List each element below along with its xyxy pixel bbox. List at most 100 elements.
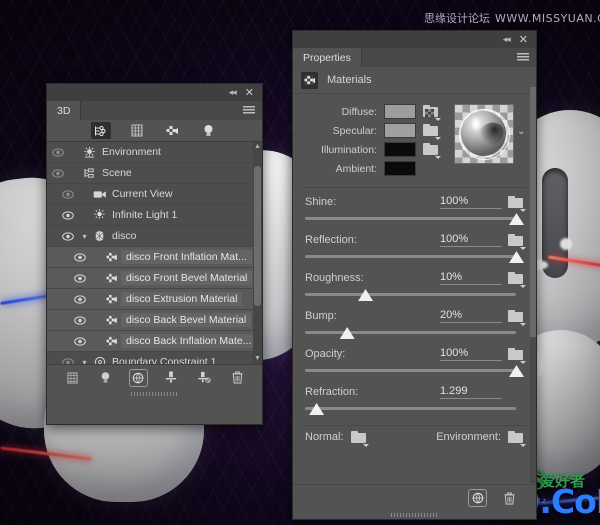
add-light-icon[interactable] — [97, 370, 114, 386]
properties-tabrow: Properties — [293, 48, 536, 67]
3d-panel-resize-grip[interactable] — [47, 390, 262, 398]
close-icon[interactable]: ✕ — [519, 34, 528, 45]
scene-icon — [80, 167, 99, 179]
panel-menu-icon[interactable] — [243, 106, 255, 115]
scroll-up-arrow-icon[interactable]: ▲ — [253, 142, 262, 152]
slider-value[interactable]: 1.299 — [440, 385, 502, 399]
slider-track-area[interactable] — [305, 213, 524, 226]
slider-value[interactable]: 100% — [440, 347, 502, 361]
properties-resize-grip[interactable] — [293, 511, 536, 519]
texture-folder-icon[interactable] — [508, 347, 526, 364]
slider-track-area[interactable] — [305, 327, 524, 340]
add-environment-icon[interactable] — [128, 368, 148, 387]
scene-tree-row[interactable]: ▾ disco — [47, 226, 262, 247]
visibility-eye-icon[interactable] — [69, 336, 91, 346]
scene-tree-row[interactable]: Scene — [47, 163, 262, 184]
3d-tree-scrollbar[interactable]: ▲ ▼ — [253, 142, 262, 364]
scene-tree-row[interactable]: Infinite Light 1 — [47, 205, 262, 226]
color-swatch[interactable] — [384, 104, 416, 119]
texture-folder-icon[interactable] — [508, 195, 526, 212]
visibility-eye-icon[interactable] — [57, 189, 79, 199]
scene-filter-icon[interactable] — [90, 122, 111, 139]
slider-header: Reflection: 100% — [305, 233, 526, 250]
visibility-eye-icon[interactable] — [69, 273, 91, 283]
scene-tree-row[interactable]: Environment — [47, 142, 262, 163]
delete-icon[interactable] — [229, 370, 246, 386]
tab-3d[interactable]: 3D — [47, 101, 82, 120]
visibility-eye-icon[interactable] — [57, 231, 79, 241]
texture-folder-icon[interactable] — [350, 430, 369, 447]
visibility-eye-icon[interactable] — [69, 294, 91, 304]
slider-value[interactable]: 100% — [440, 233, 502, 247]
preview-dropdown-caret[interactable]: ⌄ — [517, 126, 525, 137]
color-swatch[interactable] — [384, 123, 416, 138]
slider-value[interactable]: 100% — [440, 195, 502, 209]
collapse-icon[interactable]: ◂◂ — [503, 34, 511, 45]
disclosure-triangle-icon[interactable]: ▾ — [79, 358, 90, 365]
scene-tree-row[interactable]: disco Front Inflation Mat... — [47, 247, 262, 268]
visibility-eye-icon[interactable] — [47, 147, 69, 157]
scene-tree-row[interactable]: Current View — [47, 184, 262, 205]
tab-properties[interactable]: Properties — [293, 48, 362, 67]
add-mesh-icon[interactable] — [64, 370, 81, 386]
scene-tree-row[interactable]: ▾ Boundary Constraint 1 — [47, 352, 262, 364]
slider-track-area[interactable] — [305, 365, 524, 378]
properties-scrollbar[interactable] — [530, 87, 536, 483]
remove-constraint-icon[interactable] — [196, 370, 213, 386]
slider-track-area[interactable] — [305, 289, 524, 302]
slider-track-area[interactable] — [305, 251, 524, 264]
texture-folder-icon[interactable] — [423, 124, 441, 140]
properties-scroll-thumb[interactable] — [530, 87, 536, 337]
close-icon[interactable]: ✕ — [245, 87, 254, 98]
texture-folder-icon[interactable] — [423, 105, 441, 121]
collapse-icon[interactable]: ◂◂ — [229, 87, 237, 98]
map-field-label: Environment: — [436, 431, 501, 443]
panel-menu-icon[interactable] — [517, 53, 529, 62]
3d-filter-toolbar — [47, 120, 262, 142]
constraint-icon — [90, 356, 109, 364]
scene-tree-row[interactable]: disco Extrusion Material — [47, 289, 262, 310]
3d-scene-tree[interactable]: Environment Scene Current View Infinite Lig… — [47, 142, 262, 364]
visibility-eye-icon[interactable] — [69, 315, 91, 325]
new-material-icon[interactable] — [468, 489, 487, 507]
color-swatch[interactable] — [384, 161, 416, 176]
scene-tree-row-label: Environment — [102, 146, 161, 158]
lights-filter-icon[interactable] — [199, 122, 219, 139]
disclosure-triangle-icon[interactable]: ▾ — [79, 232, 90, 241]
material-preview-thumbnail[interactable] — [454, 104, 514, 164]
color-swatch[interactable] — [384, 142, 416, 157]
delete-material-icon[interactable] — [501, 490, 518, 506]
materials-filter-icon[interactable] — [163, 122, 183, 139]
visibility-eye-icon[interactable] — [57, 357, 79, 364]
mesh-filter-icon[interactable] — [127, 122, 147, 139]
environment-icon — [80, 146, 99, 158]
scene-tree-row-label: Scene — [102, 167, 132, 179]
scene-tree-row[interactable]: disco Back Bevel Material — [47, 310, 262, 331]
slider-track — [305, 369, 516, 372]
scene-tree-row[interactable]: disco Back Inflation Mate... — [47, 331, 262, 352]
texture-folder-icon[interactable] — [508, 430, 526, 447]
3d-panel-tabrow: 3D — [47, 101, 262, 120]
slider-track-area[interactable] — [305, 403, 524, 416]
texture-folder-icon[interactable] — [508, 309, 526, 326]
scroll-down-arrow-icon[interactable]: ▼ — [253, 354, 262, 364]
visibility-eye-icon[interactable] — [69, 252, 91, 262]
preview-sphere — [459, 109, 510, 160]
add-constraint-icon[interactable] — [163, 370, 180, 386]
slider-value[interactable]: 20% — [440, 309, 502, 323]
color-map-row: Illumination: — [293, 140, 454, 159]
tabrow-filler — [361, 48, 536, 67]
scene-tree-row[interactable]: disco Front Bevel Material — [47, 268, 262, 289]
scene-tree-row-label: disco Extrusion Material — [121, 292, 243, 306]
visibility-eye-icon[interactable] — [57, 210, 79, 220]
3d-panel: ◂◂ ✕ 3D Environment Scene Current View Infi… — [46, 83, 263, 425]
texture-folder-icon[interactable] — [508, 233, 526, 250]
texture-folder-icon[interactable] — [423, 143, 441, 159]
slider-value[interactable]: 10% — [440, 271, 502, 285]
material-preview-area: ⌄ — [454, 102, 526, 178]
3d-tree-scroll-thumb[interactable] — [254, 166, 261, 306]
properties-titlebar: ◂◂ ✕ — [293, 31, 536, 48]
visibility-eye-icon[interactable] — [47, 168, 69, 178]
texture-folder-icon[interactable] — [508, 271, 526, 288]
slider-track — [305, 407, 516, 410]
